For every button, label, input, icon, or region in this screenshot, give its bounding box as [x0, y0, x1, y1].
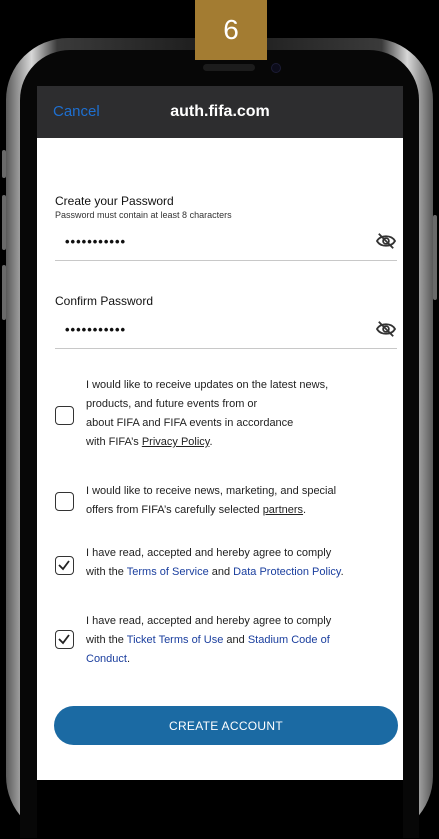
- consent-text-line: with the Terms of Service and Data Prote…: [86, 566, 344, 578]
- create-password-input[interactable]: •••••••••••: [55, 228, 397, 261]
- front-camera: [271, 63, 281, 73]
- terms-of-service-link[interactable]: Terms of Service: [127, 566, 209, 578]
- consent-text-line: about FIFA and FIFA events in accordance: [86, 417, 294, 429]
- create-account-button[interactable]: CREATE ACCOUNT: [54, 706, 398, 745]
- confirm-password-input[interactable]: •••••••••••: [55, 316, 397, 349]
- consent-marketing: I would like to receive news, marketing,…: [55, 482, 395, 522]
- speaker-grille: [203, 64, 255, 71]
- password-masked-value: •••••••••••: [65, 234, 127, 249]
- consent-text-line: with the Ticket Terms of Use and Stadium…: [86, 634, 330, 646]
- consent-text-line: I have read, accepted and hereby agree t…: [86, 615, 332, 627]
- stadium-code-link[interactable]: Stadium Code of: [248, 634, 330, 646]
- consent-marketing-text: I would like to receive news, marketing,…: [86, 482, 395, 520]
- confirm-password-label: Confirm Password: [55, 294, 154, 308]
- consent-ticket-terms: I have read, accepted and hereby agree t…: [55, 612, 395, 672]
- consent-text-line: Conduct.: [86, 653, 131, 665]
- step-number-badge: 6: [195, 0, 267, 60]
- eye-slash-icon[interactable]: [375, 320, 397, 338]
- marketing-checkbox[interactable]: [55, 492, 74, 511]
- stadium-code-link-cont[interactable]: Conduct: [86, 653, 127, 665]
- terms-of-service-checkbox[interactable]: [55, 556, 74, 575]
- page-title: auth.fifa.com: [170, 103, 270, 120]
- privacy-policy-link[interactable]: Privacy Policy: [142, 436, 210, 448]
- ticket-terms-checkbox[interactable]: [55, 630, 74, 649]
- news-updates-checkbox[interactable]: [55, 406, 74, 425]
- checkmark-icon: [58, 560, 70, 571]
- consent-text-line: products, and future events from or: [86, 398, 258, 410]
- mute-switch: [2, 150, 6, 178]
- consent-ticket-terms-text: I have read, accepted and hereby agree t…: [86, 612, 395, 669]
- create-password-label: Create your Password: [55, 194, 174, 208]
- volume-up-button: [2, 195, 6, 250]
- signup-form: Create your Password Password must conta…: [37, 138, 403, 780]
- consent-text-line: I would like to receive updates on the l…: [86, 379, 329, 391]
- volume-down-button: [2, 265, 6, 320]
- browser-nav-bar: Cancel auth.fifa.com: [37, 86, 403, 138]
- password-hint: Password must contain at least 8 charact…: [55, 210, 232, 220]
- consent-text-line: with FIFA’s Privacy Policy.: [86, 436, 213, 448]
- partners-link[interactable]: partners: [263, 504, 303, 516]
- consent-text-line: I would like to receive news, marketing,…: [86, 485, 337, 497]
- password-masked-value: •••••••••••: [65, 322, 127, 337]
- consent-text-line: I have read, accepted and hereby agree t…: [86, 547, 332, 559]
- phone-bottom-area: [37, 780, 403, 839]
- consent-terms-text: I have read, accepted and hereby agree t…: [86, 544, 395, 582]
- eye-slash-icon[interactable]: [375, 232, 397, 250]
- consent-news-updates-text: I would like to receive updates on the l…: [86, 376, 395, 452]
- consent-terms-of-service: I have read, accepted and hereby agree t…: [55, 544, 395, 584]
- consent-news-updates: I would like to receive updates on the l…: [55, 376, 395, 456]
- power-button: [433, 215, 437, 300]
- checkmark-icon: [58, 634, 70, 645]
- data-protection-policy-link[interactable]: Data Protection Policy: [233, 566, 340, 578]
- ticket-terms-link[interactable]: Ticket Terms of Use: [127, 634, 224, 646]
- consent-text-line: offers from FIFA’s carefully selected pa…: [86, 504, 307, 516]
